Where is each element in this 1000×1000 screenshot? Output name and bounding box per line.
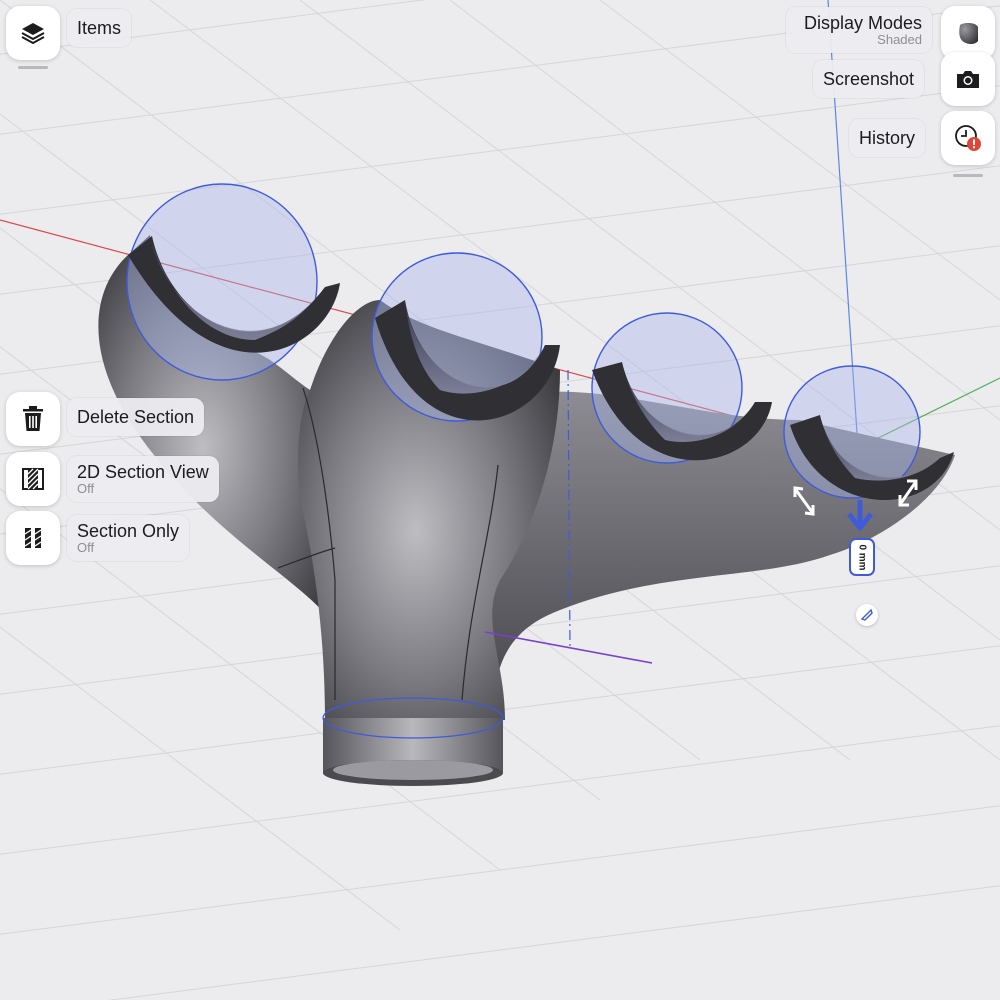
display-modes-label: Display Modes: [803, 13, 922, 33]
trash-icon: [23, 406, 43, 431]
display-modes-sublabel: Shaded: [877, 32, 922, 47]
items-button[interactable]: [6, 6, 60, 60]
items-label: Items: [77, 18, 122, 38]
screenshot-button[interactable]: [941, 52, 995, 106]
offset-value-badge[interactable]: 0 mm: [849, 538, 875, 576]
section-only-label: Section Only: [77, 521, 180, 541]
delete-section-label-pill[interactable]: Delete Section: [67, 398, 205, 436]
ruler-toggle-button[interactable]: [856, 604, 878, 626]
section-view-icon: [22, 468, 44, 490]
section-plane-edge: [484, 631, 653, 664]
section-only-button[interactable]: [6, 511, 60, 565]
history-label-pill[interactable]: History: [849, 119, 926, 157]
screenshot-label: Screenshot: [823, 69, 915, 89]
shaded-cube-icon: [959, 22, 978, 45]
section-view-2d-label-pill[interactable]: 2D Section View Off: [67, 456, 219, 502]
screenshot-label-pill[interactable]: Screenshot: [813, 60, 925, 98]
section-only-icon: [24, 528, 42, 548]
delete-section-label: Delete Section: [77, 407, 195, 427]
history-clock-alert-icon: [955, 125, 981, 151]
camera-icon: [957, 71, 979, 88]
section-view-2d-button[interactable]: [6, 452, 60, 506]
offset-value-text: 0 mm: [856, 543, 868, 571]
section-view-2d-label: 2D Section View: [77, 462, 209, 482]
history-label: History: [859, 128, 916, 148]
top-right-grabber[interactable]: [953, 174, 983, 177]
section-only-state: Off: [77, 540, 95, 555]
items-label-pill[interactable]: Items: [67, 9, 132, 47]
section-view-2d-state: Off: [77, 481, 95, 496]
delete-section-button[interactable]: [6, 392, 60, 446]
ruler-icon: [860, 608, 873, 621]
section-only-label-pill[interactable]: Section Only Off: [67, 515, 190, 561]
display-modes-label-pill[interactable]: Display Modes Shaded: [786, 7, 932, 53]
manifold-model[interactable]: [98, 183, 955, 786]
layers-icon: [21, 23, 45, 45]
items-grabber[interactable]: [18, 66, 48, 69]
history-button[interactable]: [941, 111, 995, 165]
